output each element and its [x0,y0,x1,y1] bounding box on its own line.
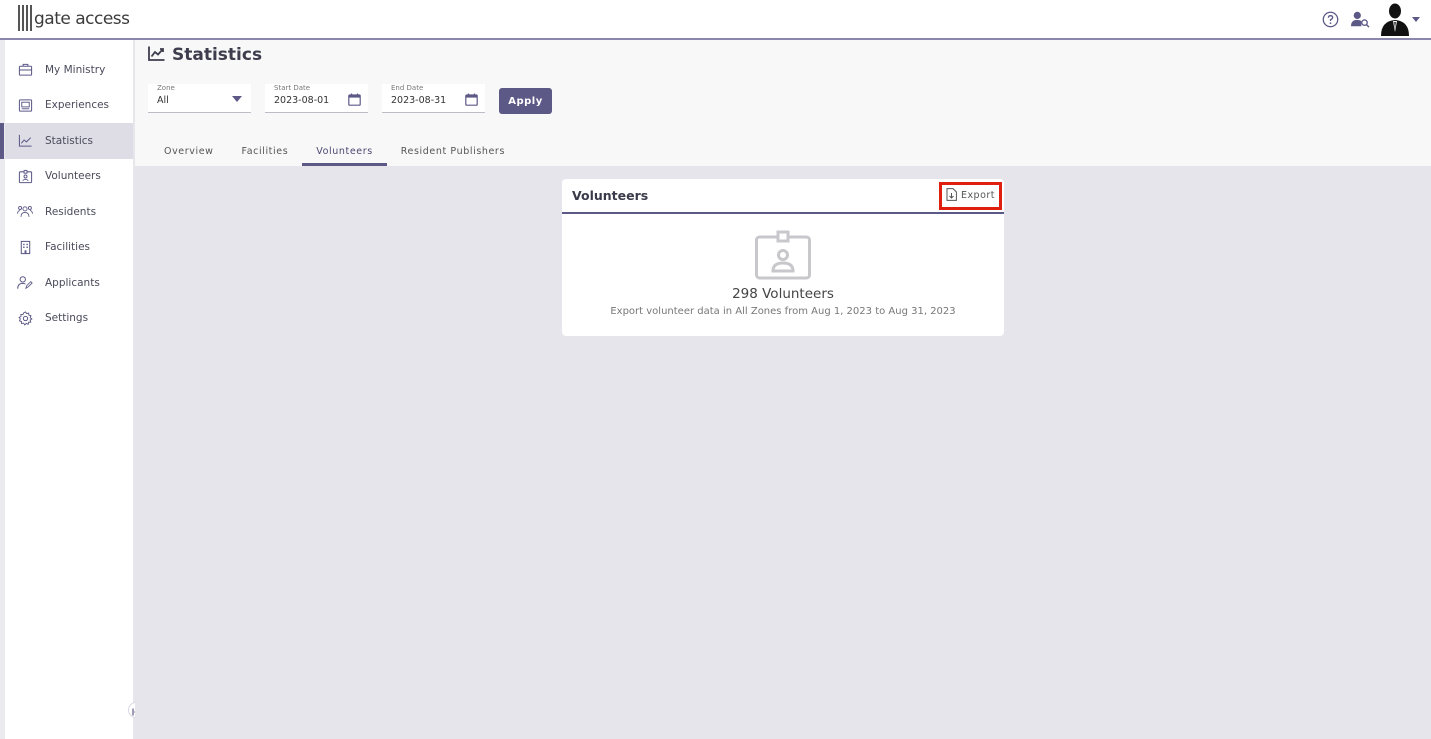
sidebar-item-experiences[interactable]: Experiences [5,88,133,124]
tab-overview[interactable]: Overview [150,136,228,166]
sidebar-item-residents[interactable]: Residents [5,194,133,230]
chart-line-icon [17,133,33,149]
sidebar-item-settings[interactable]: Settings [5,301,133,337]
sidebar-item-volunteers[interactable]: Volunteers [5,159,133,195]
start-date-value: 2023-08-01 [274,95,330,106]
export-button[interactable]: Export [939,181,1002,210]
volunteer-count: 298 Volunteers [732,286,834,302]
volunteers-card: Volunteers Export 298 Volunteers Export … [562,179,1004,336]
sidebar-item-label: Experiences [45,99,110,112]
card-header: Volunteers Export [562,179,1004,214]
start-date-label: Start Date [274,84,311,92]
filter-bar: Zone All Start Date 2023-08-01 End Date … [148,84,552,114]
logo-text: gate access [34,9,130,29]
chart-line-icon [148,46,165,65]
sidebar-item-statistics[interactable]: Statistics [0,123,133,159]
sidebar-item-label: My Ministry [45,63,106,76]
tab-resident-publishers[interactable]: Resident Publishers [387,136,519,166]
album-icon [17,97,33,113]
sidebar-item-label: Settings [45,312,89,325]
chevron-down-icon [1411,14,1421,24]
card-body: 298 Volunteers Export volunteer data in … [562,230,1004,317]
page-header: Statistics Zone All Start Date 2023-08-0… [135,40,1431,166]
sidebar-item-applicants[interactable]: Applicants [5,265,133,301]
main-content: Statistics Zone All Start Date 2023-08-0… [135,40,1431,739]
user-edit-icon [17,275,33,291]
start-date-field[interactable]: Start Date 2023-08-01 [265,84,368,113]
file-download-icon [946,186,957,205]
zone-select[interactable]: Zone All [148,84,251,113]
sidebar-item-label: Statistics [45,134,93,147]
sidebar-item-label: Facilities [45,241,90,254]
zone-value: All [157,95,169,106]
building-icon [17,239,33,255]
avatar [1379,2,1411,36]
logo-bars-icon [18,5,32,31]
sidebar-item-label: Residents [45,205,97,218]
gear-icon [17,310,33,326]
end-date-label: End Date [391,84,424,92]
calendar-icon[interactable] [464,92,478,106]
app-logo[interactable]: gate access [18,3,130,31]
sidebar-item-facilities[interactable]: Facilities [5,230,133,266]
tab-facilities[interactable]: Facilities [228,136,303,166]
calendar-icon[interactable] [347,92,361,106]
help-icon[interactable] [1319,8,1341,30]
card-title: Volunteers [572,188,649,203]
sidebar: My Ministry Experiences Statistics Volun… [0,40,144,739]
tab-bar: Overview Facilities Volunteers Resident … [150,136,519,166]
zone-label: Zone [157,84,175,92]
tab-volunteers[interactable]: Volunteers [302,136,387,166]
people-icon [17,204,33,220]
id-badge-icon [755,230,811,280]
end-date-field[interactable]: End Date 2023-08-31 [382,84,485,113]
user-search-icon[interactable] [1349,8,1371,30]
apply-button[interactable]: Apply [499,88,552,114]
export-description: Export volunteer data in All Zones from … [610,306,956,317]
page-title: Statistics [148,45,262,65]
id-badge-icon [17,168,33,184]
end-date-value: 2023-08-31 [391,95,447,106]
page-title-text: Statistics [172,45,263,65]
dropdown-arrow-icon [230,92,244,106]
sidebar-item-label: Applicants [45,276,100,289]
sidebar-item-label: Volunteers [45,170,101,183]
export-label: Export [960,190,996,201]
top-bar: gate access [0,0,1431,40]
sidebar-item-my-ministry[interactable]: My Ministry [5,52,133,88]
user-menu[interactable] [1379,2,1421,36]
briefcase-icon [17,62,33,78]
